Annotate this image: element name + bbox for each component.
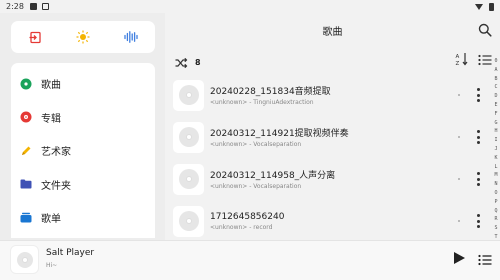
index-letter[interactable]: G	[494, 120, 497, 126]
disc-icon	[178, 127, 199, 147]
status-dot	[458, 94, 460, 96]
status-time: 2:28	[6, 2, 24, 11]
more-options-icon[interactable]	[476, 172, 480, 186]
quick-actions-card	[11, 21, 155, 53]
status-dot	[458, 220, 460, 222]
list-item[interactable]: 20240312_114921提取视频伴奏 <unknown> - Vocals…	[170, 116, 482, 158]
sidebar-item-songs[interactable]: 歌曲	[11, 67, 155, 101]
index-letter[interactable]: N	[494, 181, 497, 187]
song-subtitle: <unknown> - record	[210, 223, 273, 231]
sidebar-item-label: 专辑	[41, 113, 61, 125]
index-letter[interactable]: J	[494, 146, 497, 152]
album-icon	[20, 111, 32, 123]
index-letter[interactable]: R	[494, 216, 497, 222]
app-notification-icon	[41, 3, 49, 10]
index-letter[interactable]: M	[494, 172, 497, 178]
sidebar-item-label: 文件夹	[41, 180, 71, 192]
equalizer-icon[interactable]	[120, 26, 142, 48]
song-title: 20240312_114921提取视频伴奏	[210, 129, 349, 139]
index-letter[interactable]: E	[494, 102, 497, 108]
svg-text:Z: Z	[456, 61, 460, 66]
more-options-icon[interactable]	[476, 88, 480, 102]
song-subtitle: <unknown> - Vocalseparation	[210, 141, 302, 148]
disc-icon	[178, 85, 199, 105]
search-icon[interactable]	[478, 22, 492, 37]
sidebar-item-playlists[interactable]: 歌单	[11, 201, 155, 235]
battery-icon	[489, 2, 494, 11]
list-item[interactable]: 1712645856240 <unknown> - record	[170, 200, 482, 242]
more-options-icon[interactable]	[476, 130, 480, 144]
status-bar: 2:28	[0, 0, 500, 13]
index-letter[interactable]: H	[494, 128, 497, 134]
album-art	[173, 79, 204, 111]
song-subtitle: <unknown> - Vocalseparation	[210, 183, 302, 190]
index-letter[interactable]: S	[494, 225, 497, 231]
alphabet-index-bar[interactable]: 0ABCDEFGHIJKLMNOPQRST	[492, 58, 500, 240]
album-art	[173, 163, 204, 195]
album-art	[173, 121, 204, 153]
shuffle-icon[interactable]	[175, 53, 188, 72]
index-letter[interactable]: P	[494, 199, 497, 205]
song-count: 8	[195, 58, 201, 67]
list-view-icon[interactable]	[478, 51, 492, 66]
wifi-icon	[475, 3, 483, 10]
album-art	[173, 205, 204, 237]
status-dot	[458, 136, 460, 138]
sidebar-item-folders[interactable]: 文件夹	[11, 168, 155, 202]
sidebar-item-artists[interactable]: 艺术家	[11, 134, 155, 168]
list-item[interactable]: 20240228_151834音频提取 <unknown> - TingniuA…	[170, 74, 482, 116]
sun-icon[interactable]	[72, 26, 94, 48]
disc-icon	[178, 169, 199, 189]
song-title: 20240312_114958_人声分离	[210, 171, 336, 181]
sidebar: 歌曲 专辑 艺术家 文件夹 歌单	[0, 13, 165, 240]
song-title: 1712645856240	[210, 211, 285, 222]
sidebar-item-label: 歌单	[41, 214, 61, 226]
song-title: 20240228_151834音频提取	[210, 87, 331, 97]
player-album-art	[10, 245, 39, 274]
song-list-panel: 歌曲 8 A Z 20240228_151834音频提取 <unknown> -…	[165, 13, 500, 240]
playlist-icon	[20, 212, 32, 224]
list-item[interactable]: 20240312_114958_人声分离 <unknown> - Vocalse…	[170, 158, 482, 200]
sidebar-item-label: 歌曲	[41, 80, 61, 92]
index-letter[interactable]: F	[494, 111, 497, 117]
player-title: Salt Player	[46, 248, 95, 258]
page-title: 歌曲	[322, 27, 343, 38]
sort-icon[interactable]: A Z	[455, 51, 469, 67]
index-letter[interactable]: 0	[494, 58, 497, 64]
index-letter[interactable]: B	[494, 76, 497, 82]
index-letter[interactable]: Q	[494, 208, 497, 214]
index-letter[interactable]: I	[494, 137, 497, 143]
disc-icon	[20, 78, 32, 90]
status-dot	[458, 178, 460, 180]
index-letter[interactable]: L	[494, 164, 497, 170]
player-subtitle: Hi~	[46, 262, 58, 269]
notification-icon	[29, 3, 37, 10]
index-letter[interactable]: A	[494, 67, 497, 73]
svg-text:A: A	[456, 54, 460, 60]
disc-icon	[178, 211, 199, 231]
queue-icon[interactable]	[478, 251, 492, 266]
index-letter[interactable]: C	[494, 84, 497, 90]
index-letter[interactable]: D	[494, 93, 497, 99]
index-letter[interactable]: K	[494, 155, 497, 161]
mini-player[interactable]: Salt Player Hi~	[0, 240, 500, 280]
folder-icon	[20, 178, 32, 190]
pencil-icon	[20, 145, 32, 157]
list-toolbar: 8	[175, 53, 201, 72]
song-subtitle: <unknown> - TingniuAdextraction	[210, 99, 314, 106]
song-list: 20240228_151834音频提取 <unknown> - TingniuA…	[170, 74, 482, 242]
sidebar-item-albums[interactable]: 专辑	[11, 101, 155, 135]
more-options-icon[interactable]	[476, 214, 480, 228]
exit-icon[interactable]	[24, 26, 46, 48]
library-nav: 歌曲 专辑 艺术家 文件夹 歌单	[11, 63, 155, 238]
index-letter[interactable]: O	[494, 190, 497, 196]
sidebar-item-label: 艺术家	[41, 147, 71, 159]
play-icon[interactable]	[454, 252, 465, 264]
